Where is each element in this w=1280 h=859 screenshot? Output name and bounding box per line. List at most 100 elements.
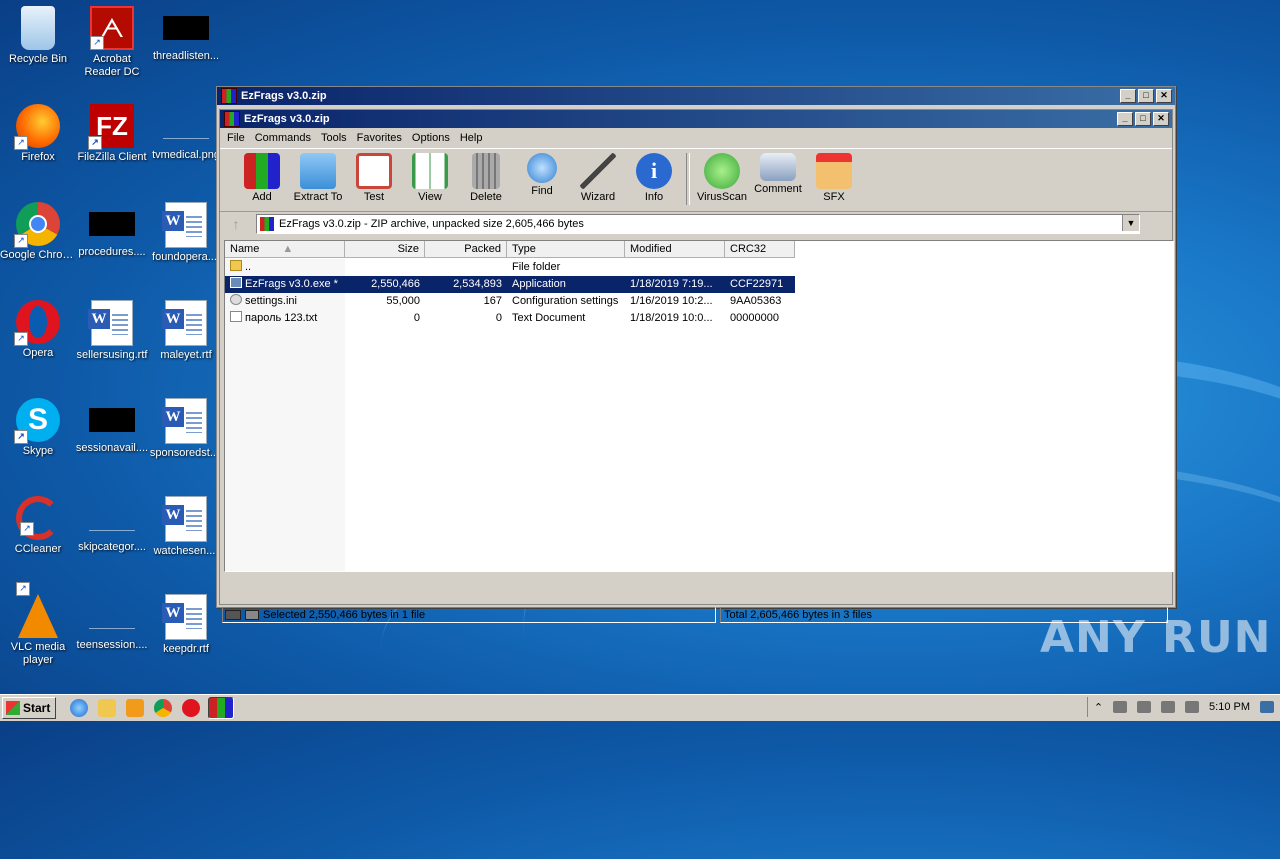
chrome-icon[interactable] [154,699,173,717]
find-button[interactable]: Find [514,149,570,197]
desktop-icon-vlc[interactable]: ↗ VLC media player [0,582,76,667]
column-header-name[interactable]: Name ▲ [225,241,345,258]
desktop-icon-label: Google Chrome [0,249,76,261]
up-arrow-icon[interactable]: ↑ [226,216,246,232]
desktop-icon-file[interactable]: skipcategor.... [74,496,150,554]
media-player-icon[interactable] [126,699,145,717]
comment-button[interactable]: Comment [750,149,806,195]
desktop-icon-opera[interactable]: ↗ Opera [0,300,76,360]
file-size: 2,550,466 [345,276,425,293]
minimize-button[interactable]: _ [1120,89,1136,103]
image-file-icon [163,114,209,139]
desktop-icon-file[interactable]: W foundopera.... [148,202,224,264]
table-row[interactable]: settings.ini 55,000 167 Configuration se… [225,293,1173,310]
desktop-icon-file[interactable]: teensession.... [74,594,150,652]
show-desktop-icon[interactable] [1260,701,1274,713]
column-header-type[interactable]: Type [507,241,625,258]
volume-icon[interactable] [1161,701,1176,713]
magnifier-icon [527,153,557,183]
desktop-icon-label: threadlisten... [152,50,220,62]
desktop-icon-recycle-bin[interactable]: Recycle Bin [0,6,76,66]
menu-commands[interactable]: Commands [250,132,316,144]
maximize-button[interactable]: □ [1138,89,1154,103]
status-selection: Selected 2,550,466 bytes in 1 file [222,607,716,623]
test-button[interactable]: Test [346,149,402,203]
desktop-icon-file[interactable]: W watchesen.... [148,496,224,558]
desktop-icon-file[interactable]: threadlisten... [148,6,224,63]
menu-favorites[interactable]: Favorites [352,132,407,144]
wizard-button[interactable]: Wizard [570,149,626,203]
desktop-icon-acrobat[interactable]: ᗅ ↗ Acrobat Reader DC [74,6,150,79]
desktop-icon-file[interactable]: sessionavail.... [74,398,150,455]
file-size: 0 [413,312,420,324]
desktop-icon-file[interactable]: W sellersusing.rtf [74,300,150,362]
hidden-file-icon [163,16,209,40]
outer-title-bar[interactable]: EzFrags v3.0.zip _ □ ✕ [217,87,1175,105]
menu-help[interactable]: Help [455,132,488,144]
explorer-folder-icon[interactable] [98,699,117,717]
menu-file[interactable]: File [222,132,250,144]
column-header-size[interactable]: Size [345,241,425,258]
chevron-down-icon[interactable]: ▼ [1122,215,1139,231]
sfx-label: SFX [823,191,845,203]
desktop-icon-label: VLC media player [10,641,66,666]
blank-file-icon [89,604,135,629]
menu-options[interactable]: Options [407,132,455,144]
column-header-modified[interactable]: Modified [625,241,725,258]
desktop-icon-label: procedures.... [78,246,146,258]
sfx-button[interactable]: SFX [806,149,862,203]
drive-icon [225,610,241,620]
ie-icon[interactable] [70,699,89,717]
menu-tools[interactable]: Tools [316,132,352,144]
file-crc: CCF22971 [725,276,795,293]
close-button[interactable]: ✕ [1156,89,1172,103]
info-label: Info [644,191,664,203]
inner-title-bar[interactable]: EzFrags v3.0.zip _ □ ✕ [220,110,1172,128]
system-tray: ⌃ 5:10 PM [1086,697,1280,717]
add-button[interactable]: Add [234,149,290,203]
winrar-window[interactable]: EzFrags v3.0.zip _ □ ✕ EzFrags v3.0.zip … [216,86,1176,623]
table-row[interactable]: EzFrags v3.0.exe * 2,550,466 2,534,893 A… [225,276,1173,293]
find-label: Find [531,185,553,197]
extract-to-button[interactable]: Extract To [290,149,346,203]
column-header-crc32[interactable]: CRC32 [725,241,795,258]
desktop-icon-file[interactable]: procedures.... [74,202,150,259]
archive-child-window[interactable]: EzFrags v3.0.zip _ □ ✕ File Commands Too… [219,109,1174,623]
desktop-icon-firefox[interactable]: ↗ Firefox [0,104,76,164]
winrar-taskbar-icon[interactable] [208,697,235,719]
file-list[interactable]: Name ▲ Size Packed Type Modified CRC32 .… [224,240,1174,572]
desktop-icon-file[interactable]: tvmedical.png [148,104,224,162]
network-icon[interactable] [1137,701,1152,713]
file-type: Configuration settings [512,295,619,307]
delete-button[interactable]: Delete [458,149,514,203]
restore-button[interactable]: □ [1135,112,1151,126]
desktop-icon-file[interactable]: W keepdr.rtf [148,594,224,656]
table-row[interactable]: пароль 123.txt 0 0 Text Document 1/18/20… [225,310,1173,327]
archive-path-field[interactable]: EzFrags v3.0.zip - ZIP archive, unpacked… [256,214,1140,234]
keyboard-icon[interactable] [1185,701,1200,713]
table-row[interactable]: .. File folder [225,259,1173,276]
file-packed: 0 [495,312,502,324]
desktop-icon-label: foundopera.... [152,251,220,263]
desktop-icon-label: CCleaner [14,543,62,555]
trash-icon [472,153,500,189]
desktop-icon-google-chrome[interactable]: ↗ Google Chrome [0,202,76,262]
show-hidden-icons-icon[interactable]: ⌃ [1094,701,1103,714]
desktop-icon-ccleaner[interactable]: ↗ CCleaner [0,496,76,556]
blank-file-icon [89,506,135,531]
recycle-bin-icon [21,6,55,50]
action-center-flag-icon[interactable] [1113,701,1128,713]
info-button[interactable]: i Info [626,149,682,203]
desktop-icon-skype[interactable]: S ↗ Skype [0,398,76,458]
desktop-icon-filezilla[interactable]: FZ ↗ FileZilla Client [74,104,150,164]
minimize-button[interactable]: _ [1117,112,1133,126]
clock[interactable]: 5:10 PM [1209,701,1250,713]
desktop-icon-file[interactable]: W sponsoredst.... [148,398,224,460]
start-button[interactable]: Start [2,697,57,719]
view-button[interactable]: View [402,149,458,203]
desktop-icon-file[interactable]: W maleyet.rtf [148,300,224,362]
close-button[interactable]: ✕ [1153,112,1169,126]
virusscan-button[interactable]: VirusScan [694,149,750,203]
column-header-packed[interactable]: Packed [425,241,507,258]
opera-icon[interactable] [182,699,201,717]
